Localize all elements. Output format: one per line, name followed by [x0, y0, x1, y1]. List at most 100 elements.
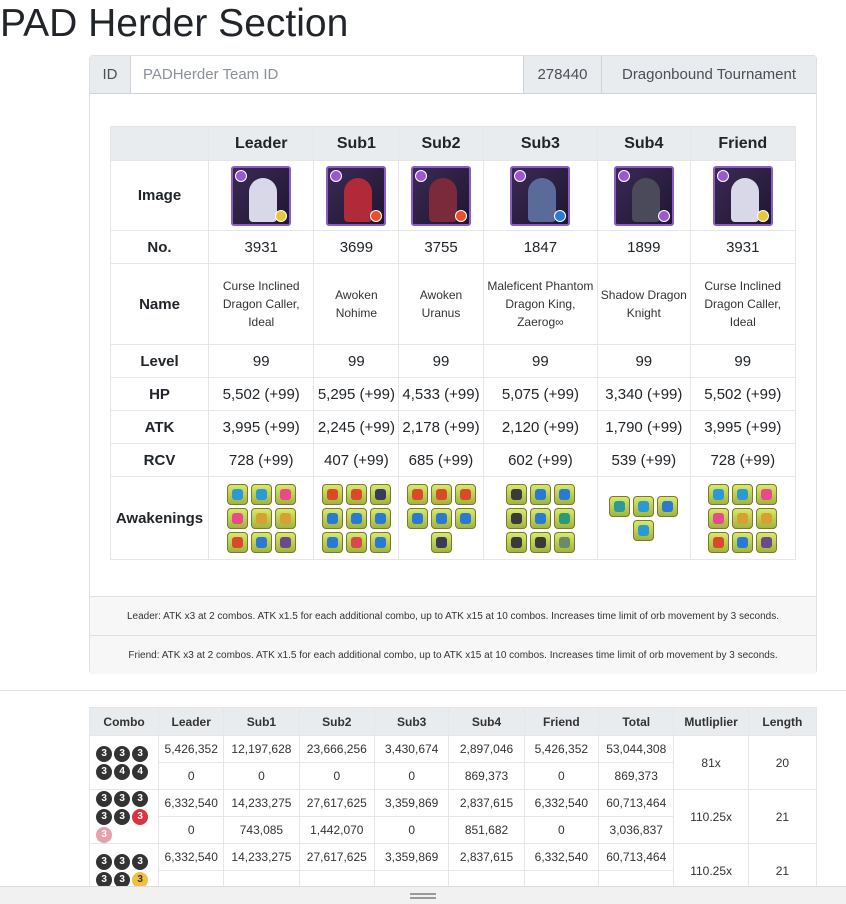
sub-attribute-icon: [554, 209, 567, 222]
awakening-icon: [708, 531, 730, 553]
row-label: HP: [110, 377, 209, 411]
team-cell-image: [207, 160, 315, 231]
monster-portrait[interactable]: [231, 165, 292, 226]
team-col-header: Leader: [207, 126, 315, 161]
monster-figure: [249, 177, 278, 222]
combo-row: 3 3 3 3 3 3 3 6,332,540 14,233,275 27,617,625 3,35…: [88, 789, 818, 844]
awakening-icon: [732, 483, 754, 505]
damage-value: 12,197,628: [223, 735, 300, 763]
damage-value: 53,044,308: [598, 735, 675, 763]
combo-col-header: Leader: [158, 707, 225, 736]
awakening-icon: [529, 531, 551, 553]
team-cell-atk: 3,995 (+99): [207, 410, 315, 444]
multiplier-value: 110.25x: [673, 789, 749, 844]
awakening-icon: [529, 507, 551, 529]
team-row-level: Level 99 99 99 99 99 99: [110, 344, 797, 378]
team-cell-level: 99: [482, 344, 599, 378]
awakening-icon: [732, 531, 754, 553]
combo-col-header: Length: [747, 707, 818, 736]
page-title: PAD Herder Section: [0, 2, 349, 45]
corner-cell: [110, 126, 209, 161]
team-cell-no: 1847: [482, 230, 599, 264]
leader-skill: Leader: ATK x3 at 2 combos. ATK x1.5 for…: [90, 597, 816, 635]
awakening-icon: [756, 483, 778, 505]
team-cell-name: Maleficent Phantom Dragon King, Zaerog∞: [482, 263, 599, 345]
team-id-input[interactable]: [131, 56, 524, 93]
awakening-icon: [406, 507, 428, 529]
awakening-icon: [226, 483, 248, 505]
awakening-list: [317, 483, 395, 553]
damage-value: 60,713,464: [598, 843, 675, 871]
combo-header-row: Combo Leader Sub1 Sub2 Sub3 Sub4 Friend Total Mu…: [88, 707, 818, 736]
id-label: ID: [90, 56, 131, 93]
awakening-icon: [633, 495, 655, 517]
awakening-icon: [553, 507, 575, 529]
awakening-icon: [369, 531, 391, 553]
awakening-icon: [274, 531, 296, 553]
sub-attribute-icon: [275, 209, 288, 222]
damage-value: 3,359,869: [373, 843, 450, 871]
team-cell-name: Curse Inclined Dragon Caller, Ideal: [207, 263, 315, 345]
combo-orb-badge: 3: [96, 808, 113, 825]
team-cell-atk: 2,245 (+99): [313, 410, 400, 444]
combo-row: 3 3 3 3 4 4 5,426,352 12,197,628 23,666,256 3,430…: [88, 735, 818, 790]
damage-value: 27,617,625: [298, 843, 375, 871]
awakening-icon: [756, 531, 778, 553]
team-cell-awakenings: [313, 476, 400, 560]
monster-portrait[interactable]: [411, 165, 471, 226]
team-cell-rcv: 602 (+99): [482, 443, 599, 477]
damage-value: 23,666,256: [298, 735, 375, 763]
row-label: No.: [110, 230, 209, 264]
team-cell-hp: 3,340 (+99): [597, 377, 691, 411]
awakening-icon: [274, 507, 296, 529]
monster-portrait[interactable]: [712, 165, 773, 226]
team-cell-hp: 5,075 (+99): [482, 377, 599, 411]
awakening-icon: [345, 483, 367, 505]
team-cell-image: [398, 160, 484, 231]
team-cell-hp: 5,295 (+99): [313, 377, 400, 411]
team-cell-name: Awoken Uranus: [398, 263, 484, 345]
awakening-icon: [708, 507, 730, 529]
awakening-icon: [226, 531, 248, 553]
monster-portrait[interactable]: [326, 165, 387, 226]
awakening-icon: [454, 483, 476, 505]
team-cell-level: 99: [207, 344, 315, 378]
sub-damage-value: 0: [373, 762, 450, 790]
damage-value: 6,332,540: [158, 789, 225, 817]
dungeon-label: Dragonbound Tournament: [602, 56, 816, 93]
awakening-icon: [553, 531, 575, 553]
awakening-icon: [609, 495, 631, 517]
combo-col-header: Friend: [523, 707, 600, 736]
combo-col-header: Sub2: [298, 707, 375, 736]
combo-orb-badge: 3: [96, 826, 113, 843]
sub-damage-value: 0: [523, 762, 600, 790]
damage-value: 14,233,275: [223, 843, 300, 871]
awakening-icon: [369, 507, 391, 529]
combo-orb-badge: 3: [132, 808, 149, 825]
team-cell-hp: 5,502 (+99): [689, 377, 797, 411]
combo-orb-list: 333344: [96, 745, 152, 780]
row-label: Awakenings: [110, 476, 209, 560]
sub-attribute-icon: [756, 209, 769, 222]
damage-value: 60,713,464: [598, 789, 675, 817]
row-label: Level: [110, 344, 209, 378]
damage-value: 2,837,615: [448, 789, 525, 817]
awakening-icon: [250, 483, 272, 505]
monster-figure: [429, 177, 457, 222]
awakening-icon: [708, 483, 730, 505]
combo-col-header: Sub4: [448, 707, 525, 736]
team-number: 278440: [524, 56, 602, 93]
resize-handle-bar[interactable]: [0, 886, 846, 904]
team-col-header: Friend: [689, 126, 797, 161]
awakening-icon: [430, 531, 452, 553]
team-id-input-group: ID 278440 Dragonbound Tournament: [90, 56, 816, 94]
combo-orbs-cell: 3333333: [88, 789, 160, 844]
monster-portrait[interactable]: [510, 165, 571, 226]
team-cell-image: [689, 160, 797, 231]
attribute-icon: [235, 169, 248, 182]
drag-grip-icon[interactable]: [410, 892, 436, 899]
monster-portrait[interactable]: [613, 165, 674, 226]
team-cell-no: 3931: [207, 230, 315, 264]
damage-value: 6,332,540: [158, 843, 225, 871]
team-col-header: Sub2: [398, 126, 484, 161]
